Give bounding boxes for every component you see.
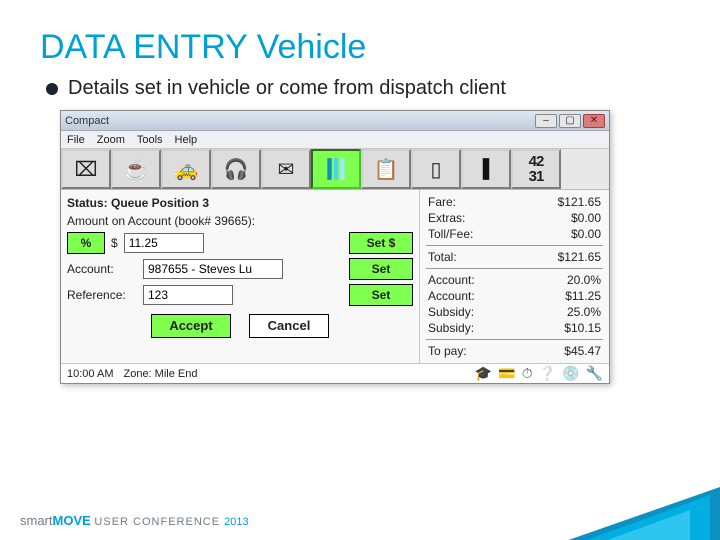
bars-icon xyxy=(323,156,349,182)
toolbar-close-x-button[interactable]: ⌧ xyxy=(61,149,111,189)
menu-zoom[interactable]: Zoom xyxy=(97,134,125,146)
menubar: File Zoom Tools Help xyxy=(61,131,609,149)
toolbar-clipboard-button[interactable]: 📋 xyxy=(361,149,411,189)
toolbar-bars-button[interactable] xyxy=(311,149,361,189)
status-help-icon: ❔ xyxy=(539,365,556,382)
acct-amt-label: Account: xyxy=(426,288,524,304)
statusbar: 10:00 AM Zone: Mile End 🎓 💳 ⏱ ❔ 💿 🔧 xyxy=(61,363,609,383)
toolbar-headset-button[interactable]: 🎧 xyxy=(211,149,261,189)
close-button[interactable]: ✕ xyxy=(583,114,605,128)
acct-amt-value: $11.25 xyxy=(524,288,603,304)
x-square-icon: ⌧ xyxy=(74,157,97,182)
menu-tools[interactable]: Tools xyxy=(137,134,163,146)
toll-value: $0.00 xyxy=(516,226,603,242)
status-disc-icon: 💿 xyxy=(562,365,579,382)
status-tool-icon: 🔧 xyxy=(586,365,603,382)
clipboard-icon: 📋 xyxy=(374,157,399,182)
page-icon: ▯ xyxy=(430,157,441,182)
acct-pct-value: 20.0% xyxy=(524,272,603,288)
fare-panel: Fare:$121.65 Extras:$0.00 Toll/Fee:$0.00… xyxy=(419,190,609,363)
set-reference-button[interactable]: Set xyxy=(349,284,413,306)
cancel-button[interactable]: Cancel xyxy=(249,314,329,338)
fare-label: Fare: xyxy=(426,194,516,210)
subs-pct-value: 25.0% xyxy=(524,304,603,320)
titlebar: Compact – ▢ ✕ xyxy=(61,111,609,131)
decor-wedge xyxy=(580,510,690,540)
toolbar-taxi-button[interactable]: 🚕 xyxy=(161,149,211,189)
reference-input[interactable] xyxy=(143,285,233,305)
brand-move: MOVE xyxy=(53,513,91,528)
app-window: Compact – ▢ ✕ File Zoom Tools Help ⌧ ☕ 🚕 xyxy=(60,110,610,384)
cup-icon: ☕ xyxy=(124,157,149,182)
minimize-button[interactable]: – xyxy=(535,114,557,128)
acct-pct-label: Account: xyxy=(426,272,524,288)
total-label: Total: xyxy=(426,249,498,265)
envelope-icon: ✉ xyxy=(278,157,295,182)
accept-button[interactable]: Accept xyxy=(151,314,231,338)
status-card-icon: 💳 xyxy=(498,365,515,382)
status-zone: Zone: Mile End xyxy=(123,368,197,380)
topay-label: To pay: xyxy=(426,343,517,359)
vbar-icon xyxy=(473,156,499,182)
fare-value: $121.65 xyxy=(516,194,603,210)
set-dollar-button[interactable]: Set $ xyxy=(349,232,413,254)
bullet-text: Details set in vehicle or come from disp… xyxy=(68,77,506,100)
brand-conf: USER CONFERENCE xyxy=(94,516,224,528)
numbers-icon: 42 31 xyxy=(529,154,544,184)
account-label: Account: xyxy=(67,262,137,276)
toll-label: Toll/Fee: xyxy=(426,226,516,242)
toolbar-numbers-button[interactable]: 42 31 xyxy=(511,149,561,189)
menu-file[interactable]: File xyxy=(67,134,85,146)
topay-value: $45.47 xyxy=(517,343,603,359)
footer-brand: smartMOVE USER CONFERENCE 2013 xyxy=(20,513,249,528)
maximize-button[interactable]: ▢ xyxy=(559,114,581,128)
set-account-button[interactable]: Set xyxy=(349,258,413,280)
toolbar-cup-button[interactable]: ☕ xyxy=(111,149,161,189)
subs-amt-label: Subsidy: xyxy=(426,320,524,336)
bullet-row: Details set in vehicle or come from disp… xyxy=(46,77,680,100)
brand-smart: smart xyxy=(20,513,53,528)
window-title: Compact xyxy=(65,115,109,127)
total-value: $121.65 xyxy=(498,249,603,265)
account-input[interactable] xyxy=(143,259,283,279)
toolbar-mail-button[interactable]: ✉ xyxy=(261,149,311,189)
bullet-icon xyxy=(46,83,58,95)
car-icon: 🚕 xyxy=(174,157,199,182)
subs-pct-label: Subsidy: xyxy=(426,304,524,320)
queue-status: Status: Queue Position 3 xyxy=(67,196,413,210)
left-pane: Status: Queue Position 3 Amount on Accou… xyxy=(61,190,419,363)
toolbar-bar-button[interactable] xyxy=(461,149,511,189)
toolbar: ⌧ ☕ 🚕 🎧 ✉ 📋 xyxy=(61,149,609,190)
percent-button[interactable]: % xyxy=(67,232,105,254)
brand-year: 2013 xyxy=(224,516,248,528)
slide-title: DATA ENTRY Vehicle xyxy=(40,28,680,67)
extras-label: Extras: xyxy=(426,210,516,226)
dollar-label: $ xyxy=(111,236,118,250)
toolbar-page-button[interactable]: ▯ xyxy=(411,149,461,189)
status-gauge-icon: ⏱ xyxy=(522,365,533,382)
headset-icon: 🎧 xyxy=(224,157,249,182)
status-time: 10:00 AM xyxy=(67,368,113,380)
reference-label: Reference: xyxy=(67,288,137,302)
status-user-icon: 🎓 xyxy=(475,365,492,382)
menu-help[interactable]: Help xyxy=(175,134,198,146)
extras-value: $0.00 xyxy=(516,210,603,226)
subs-amt-value: $10.15 xyxy=(524,320,603,336)
amount-input[interactable] xyxy=(124,233,204,253)
amount-on-account-label: Amount on Account (book# 39665): xyxy=(67,214,413,228)
